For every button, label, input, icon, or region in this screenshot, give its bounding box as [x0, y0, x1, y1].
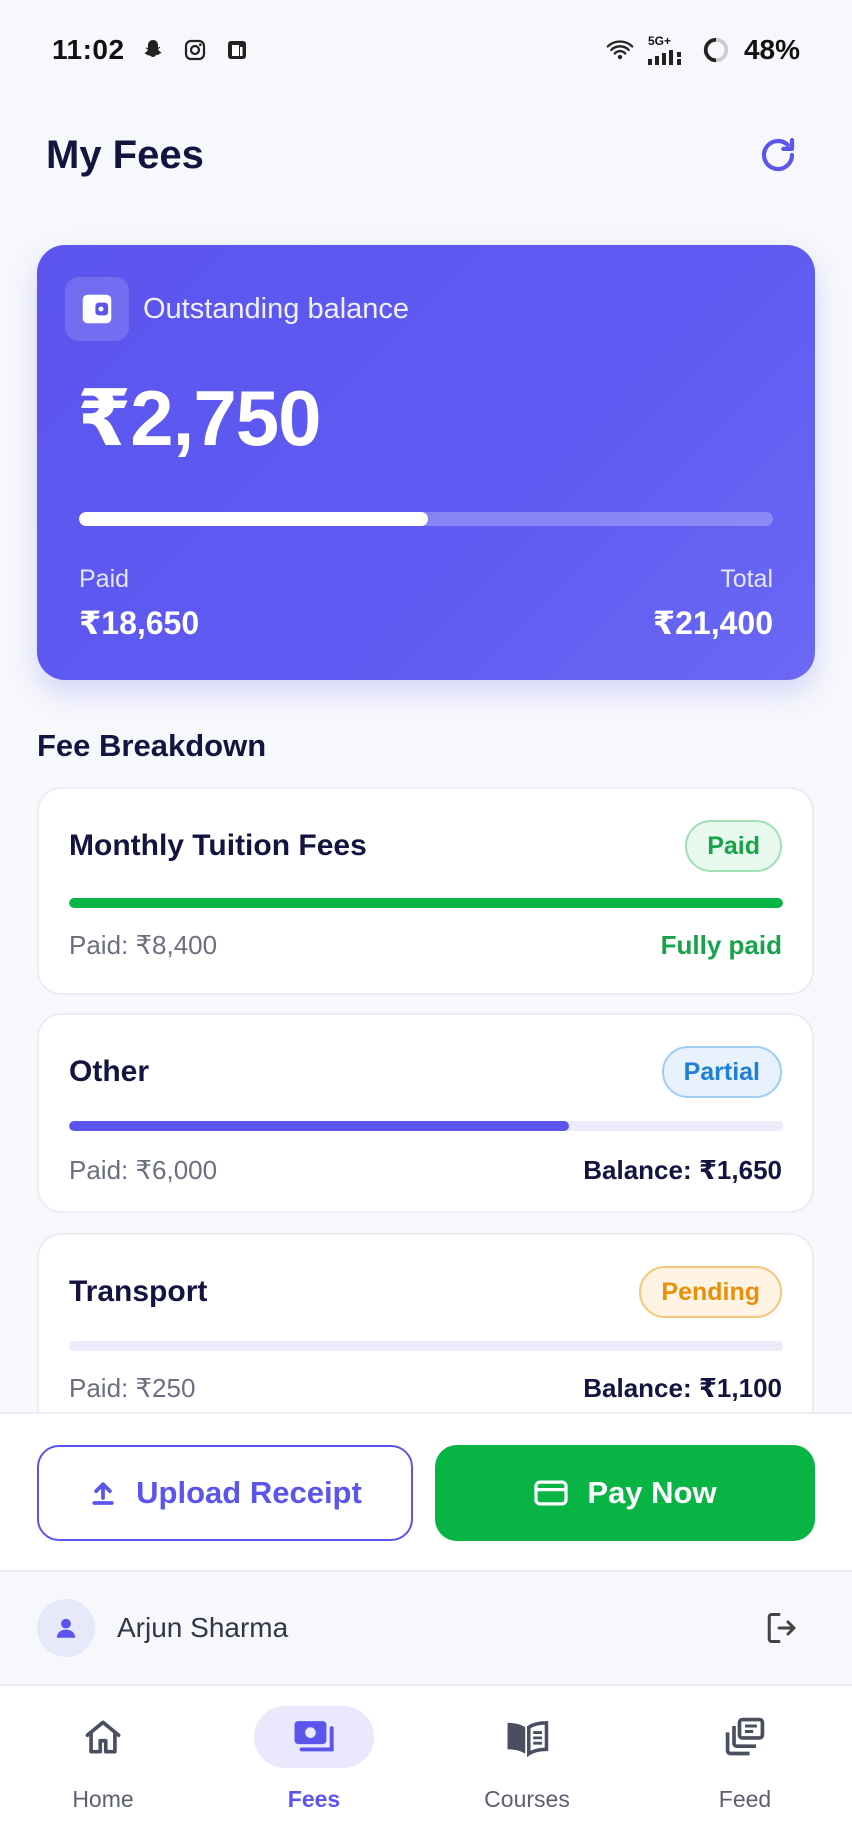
wifi-icon [606, 36, 634, 64]
user-row: Arjun Sharma [0, 1570, 852, 1684]
fee-item-other[interactable]: Other Partial Paid: ₹6,000 Balance: ₹1,6… [37, 1013, 814, 1213]
instagram-icon [181, 36, 209, 64]
pay-now-button[interactable]: Pay Now [435, 1445, 815, 1541]
fee-progress-bar [69, 1121, 783, 1131]
fee-item-transport[interactable]: Transport Pending Paid: ₹250 Balance: ₹1… [37, 1233, 814, 1433]
nav-icon-wrap [254, 1706, 374, 1768]
network-type: 5G+ [647, 34, 671, 48]
fee-item-tuition[interactable]: Monthly Tuition Fees Paid Paid: ₹8,400 F… [37, 787, 814, 995]
nav-feed[interactable]: Feed [675, 1706, 815, 1826]
nav-fees-label: Fees [287, 1786, 341, 1812]
nav-home-label: Home [72, 1786, 134, 1812]
upload-receipt-label: Upload Receipt [136, 1475, 362, 1510]
fee-status-text: Fully paid [660, 930, 782, 960]
total-label: Total [720, 565, 773, 593]
nav-home[interactable]: Home [33, 1706, 173, 1826]
refresh-button[interactable] [750, 127, 806, 183]
feed-icon [725, 1717, 765, 1756]
fee-balance-text: Balance: ₹1,100 [583, 1373, 782, 1403]
balance-progress-bar [79, 512, 773, 526]
fee-item-name: Monthly Tuition Fees [69, 829, 367, 862]
page-title: My Fees [46, 132, 204, 177]
fee-paid-text: Paid: ₹250 [69, 1373, 196, 1403]
wallet-icon [65, 277, 129, 341]
card-icon [534, 1480, 569, 1506]
fee-paid-text: Paid: ₹6,000 [69, 1155, 218, 1185]
paid-label: Paid [79, 565, 130, 593]
refresh-icon [761, 138, 795, 172]
signal-indicator: 5G+ [647, 34, 688, 65]
pay-now-label: Pay Now [587, 1475, 717, 1510]
header: My Fees [0, 120, 852, 190]
nav-feed-label: Feed [718, 1786, 772, 1812]
outstanding-amount: ₹2,750 [77, 374, 321, 462]
book-icon [507, 1721, 549, 1758]
status-badge-pending: Pending [639, 1266, 782, 1318]
fee-paid-text: Paid: ₹8,400 [69, 930, 218, 960]
action-bar: Upload Receipt Pay Now [0, 1412, 852, 1570]
status-right: 5G+ 48% [606, 34, 800, 66]
logout-icon [767, 1613, 796, 1643]
status-badge-partial: Partial [661, 1046, 782, 1098]
status-bar: 11:02 5G+ 48% [0, 0, 852, 100]
battery-ring-icon [702, 36, 730, 64]
logout-button[interactable] [754, 1600, 810, 1656]
upload-receipt-button[interactable]: Upload Receipt [37, 1445, 413, 1541]
balance-card-header: Outstanding balance [65, 277, 409, 341]
nav-courses-label: Courses [484, 1786, 570, 1812]
nav-icon-wrap [43, 1706, 163, 1768]
user-name: Arjun Sharma [117, 1612, 289, 1643]
nav-courses[interactable]: Courses [457, 1706, 597, 1826]
fee-balance-text: Balance: ₹1,650 [583, 1155, 782, 1185]
news-app-icon [223, 36, 251, 64]
total-summary: Total ₹21,400 [653, 565, 773, 642]
status-badge-paid: Paid [685, 820, 782, 872]
fees-icon [294, 1721, 334, 1752]
fee-progress-fill [69, 898, 783, 908]
paid-amount: ₹18,650 [79, 605, 200, 641]
avatar [37, 1599, 95, 1657]
battery-percent: 48% [743, 34, 800, 65]
signal-bars-icon [647, 50, 681, 65]
fee-progress-bar [69, 1341, 783, 1351]
balance-progress-fill [79, 512, 429, 526]
status-left: 11:02 [52, 34, 251, 66]
fee-breakdown-title: Fee Breakdown [37, 728, 267, 763]
user-icon [56, 1618, 76, 1638]
home-icon [85, 1720, 121, 1754]
nav-icon-wrap [685, 1706, 805, 1768]
status-time: 11:02 [52, 34, 125, 65]
fee-progress-fill [69, 1121, 569, 1131]
upload-icon [92, 1482, 114, 1505]
nav-fees[interactable]: Fees [244, 1706, 384, 1826]
fee-progress-bar [69, 898, 783, 908]
balance-card: Outstanding balance ₹2,750 Paid ₹18,650 … [37, 245, 815, 680]
balance-label: Outstanding balance [143, 292, 410, 325]
nav-icon-wrap [467, 1706, 587, 1768]
snapchat-icon [139, 36, 167, 64]
fee-item-name: Transport [69, 1275, 208, 1308]
paid-summary: Paid ₹18,650 [79, 565, 199, 642]
fee-item-name: Other [69, 1055, 150, 1088]
bottom-nav: Home Fees Courses Feed [0, 1684, 852, 1846]
total-amount: ₹21,400 [652, 605, 773, 641]
